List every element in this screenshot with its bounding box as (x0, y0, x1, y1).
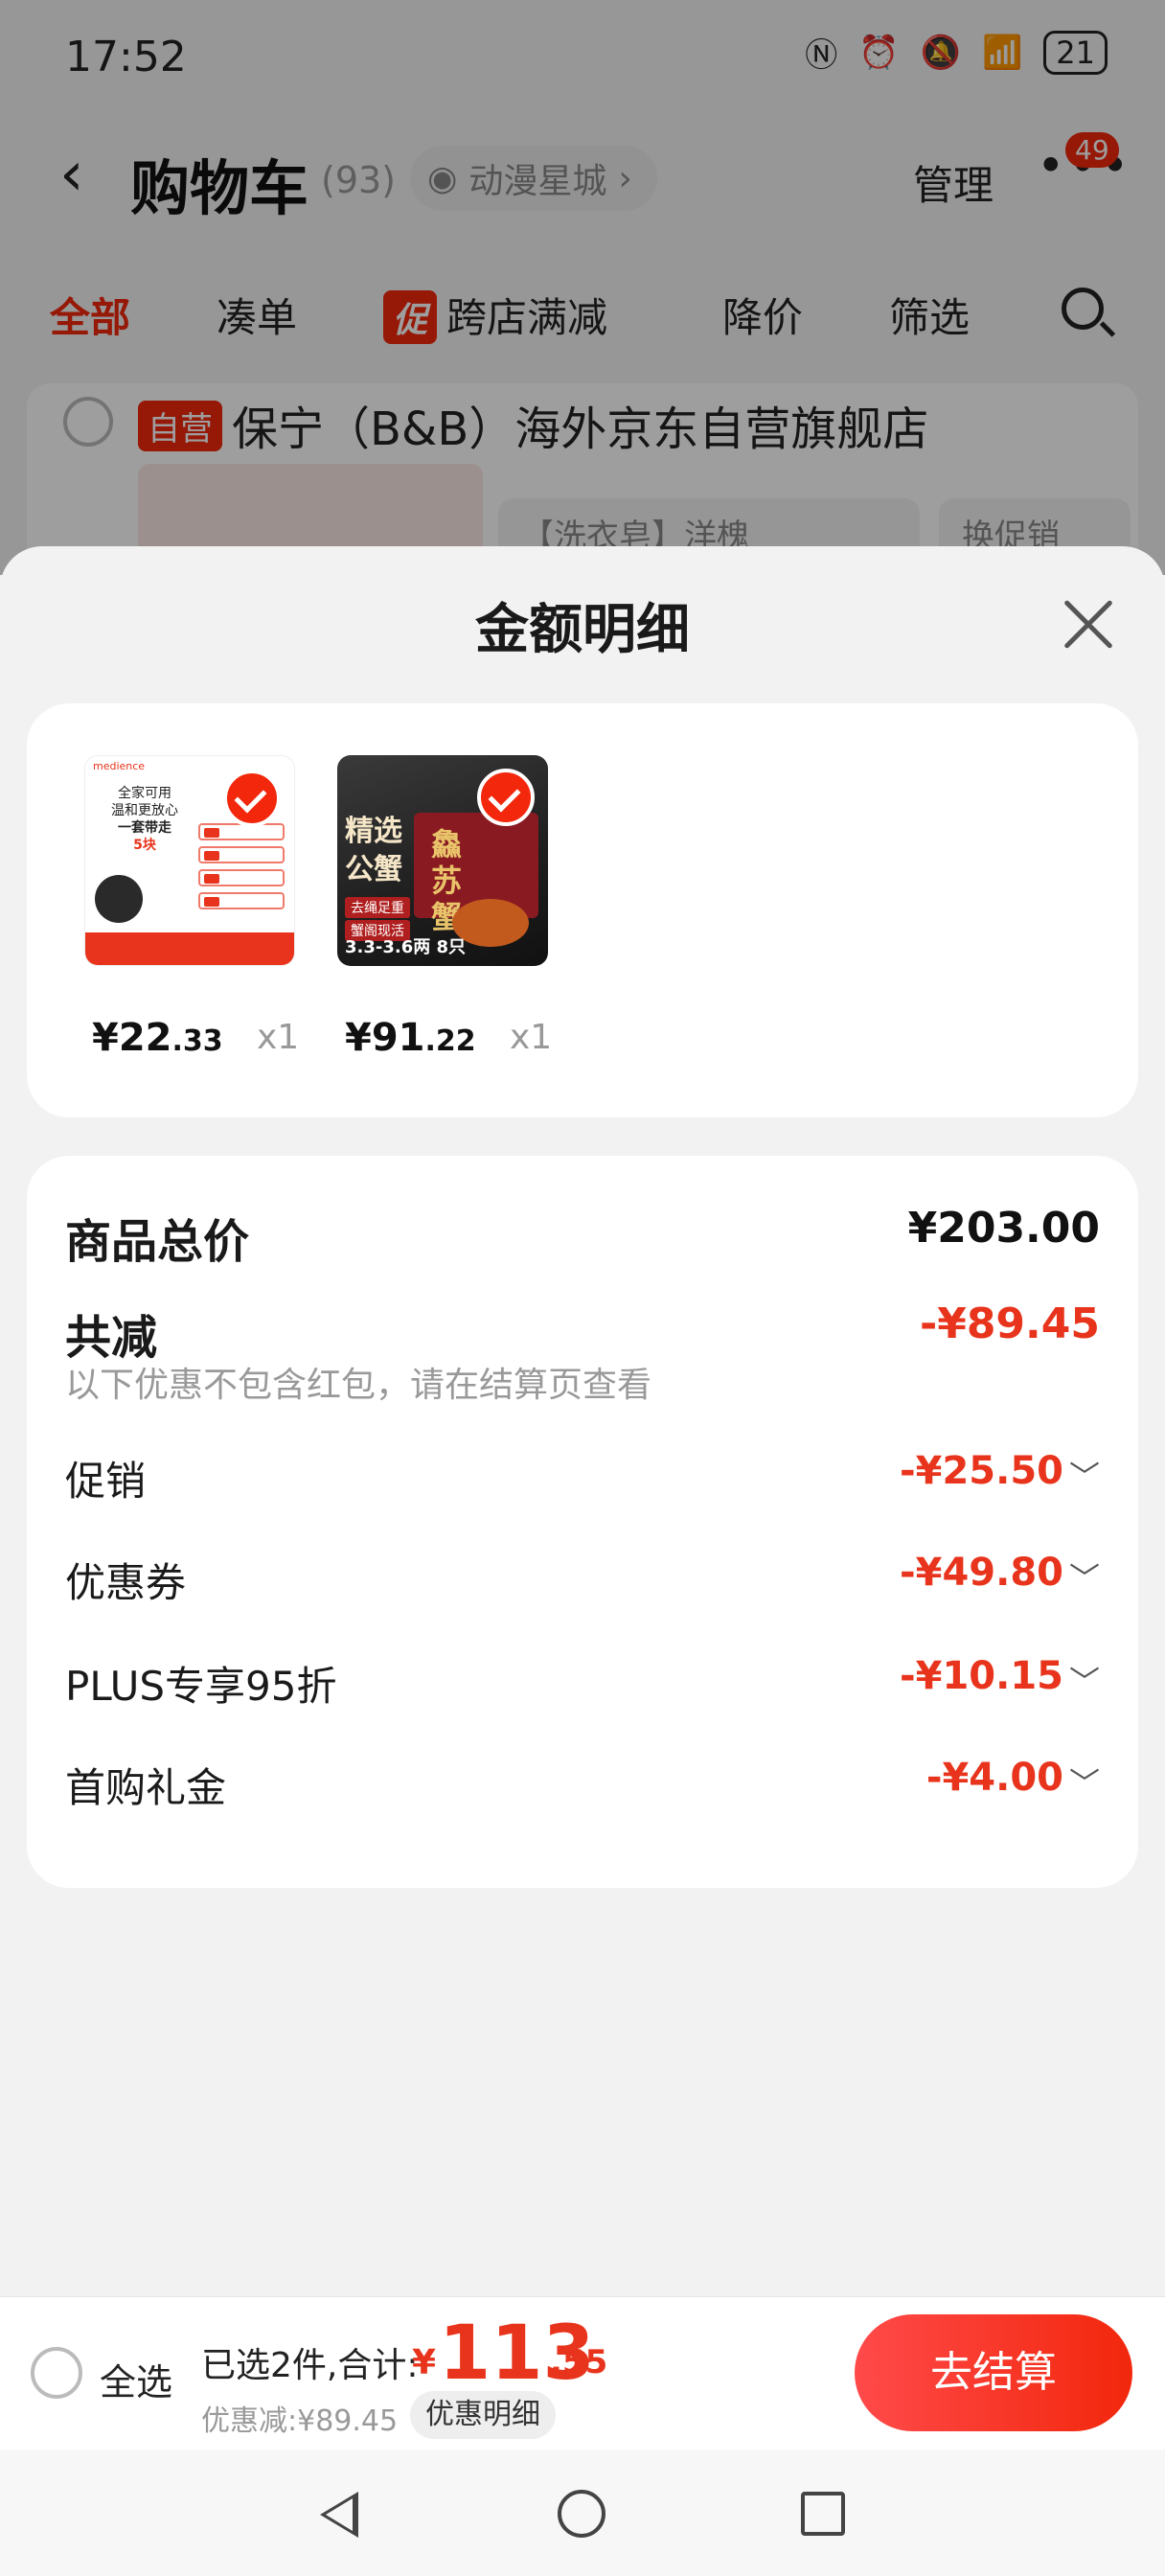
soap-bar (198, 892, 285, 909)
product-item[interactable]: 精选公蟹 鱻苏蟹 去绳足重 蟹阁现活 3.3-3.6两 8只 ¥91.22 x1 (337, 755, 567, 1060)
price-integer: ¥91 (345, 1016, 425, 1060)
sheet-title: 金额明细 (475, 599, 690, 661)
close-icon[interactable] (1062, 598, 1115, 652)
product-image-text: 全家可用 温和更放心 一套带走 5块 (95, 785, 194, 854)
total-value: ¥203.00 (907, 1204, 1100, 1253)
product-image-title: 精选公蟹 (345, 815, 402, 886)
price-integer: ¥22 (92, 1016, 172, 1060)
chevron-down-icon: ﹀ (1068, 1459, 1100, 1495)
image-line: 一套带走 (118, 820, 171, 836)
nav-home-icon[interactable] (558, 2490, 605, 2538)
product-image: 精选公蟹 鱻苏蟹 去绳足重 蟹阁现活 3.3-3.6两 8只 (337, 755, 548, 966)
total-row: 商品总价 ¥203.00 (65, 1204, 1100, 1271)
image-tag: 去绳足重 (345, 897, 410, 918)
discount-row-promo[interactable]: 促销 -¥25.50 ﹀ (65, 1449, 1100, 1516)
reduce-value: -¥89.45 (919, 1300, 1100, 1348)
chevron-down-icon: ﹀ (1068, 1765, 1100, 1802)
nav-back-icon[interactable] (320, 2492, 358, 2538)
product-banner (85, 932, 294, 965)
chevron-down-icon: ﹀ (1068, 1664, 1100, 1700)
product-price: ¥22.33 (92, 1016, 223, 1060)
product-price: ¥91.22 (345, 1016, 476, 1060)
discount-row-plus[interactable]: PLUS专享95折 -¥10.15 ﹀ (65, 1654, 1100, 1721)
discount-label: PLUS专享95折 (65, 1663, 337, 1710)
discount-label: 促销 (65, 1458, 147, 1505)
system-navigation-bar (0, 2450, 1165, 2576)
total-currency: ¥ (412, 2343, 437, 2382)
discount-value: -¥10.15 (900, 1654, 1063, 1698)
discount-value: -¥25.50 (900, 1449, 1063, 1493)
selected-check-icon (477, 769, 535, 826)
brand-text: medience (93, 760, 146, 772)
soap-stack-image (198, 823, 285, 929)
soap-bar (198, 869, 285, 886)
amount-detail-sheet: 金额明细 medience 全家可用 温和更放心 一套带走 5块 ¥22.33 … (0, 546, 1165, 2453)
image-line: 温和更放心 (111, 803, 178, 818)
products-card: medience 全家可用 温和更放心 一套带走 5块 ¥22.33 x1 精选… (27, 703, 1138, 1117)
discount-label: 优惠券 (65, 1559, 187, 1606)
total-label: 商品总价 (65, 1215, 250, 1269)
checkout-bar: 全选 已选2件,合计: ¥ 113 .55 优惠减:¥89.45 优惠明细 去结… (0, 2296, 1165, 2450)
image-line: 5块 (133, 838, 156, 853)
selected-check-icon (223, 770, 281, 827)
cart-page-background: 17:52 Ⓝ ⏰ 🔕 📶 21 ‹ 购物车 (93) ◉ 动漫星城 › 管理 … (0, 0, 1165, 575)
discount-row-coupon[interactable]: 优惠券 -¥49.80 ﹀ (65, 1551, 1100, 1618)
discount-note: 以下优惠不包含红包，请在结算页查看 (65, 1366, 652, 1405)
select-all-label[interactable]: 全选 (100, 2353, 172, 2405)
soap-bar (198, 823, 285, 840)
product-item[interactable]: medience 全家可用 温和更放心 一套带走 5块 ¥22.33 x1 (84, 755, 314, 1060)
soap-bar (198, 846, 285, 863)
discount-value: -¥4.00 (925, 1756, 1063, 1800)
discount-total: 优惠减:¥89.45 (201, 2404, 399, 2438)
product-image: medience 全家可用 温和更放心 一套带走 5块 (84, 755, 295, 966)
discount-detail-button[interactable]: 优惠明细 (410, 2391, 556, 2439)
price-decimal: .33 (171, 1024, 223, 1058)
total-amount-decimal: .55 (550, 2343, 608, 2381)
product-badge (95, 875, 143, 923)
image-line: 全家可用 (118, 786, 171, 801)
image-caption: 3.3-3.6两 8只 (345, 937, 467, 957)
discount-value: -¥49.80 (900, 1551, 1063, 1595)
checkout-button[interactable]: 去结算 (855, 2314, 1132, 2431)
summary-card: 商品总价 ¥203.00 共减 -¥89.45 以下优惠不包含红包，请在结算页查… (27, 1156, 1138, 1888)
discount-label: 首购礼金 (65, 1764, 227, 1811)
product-quantity: x1 (510, 1018, 553, 1057)
select-all-radio[interactable] (31, 2347, 82, 2399)
chevron-down-icon: ﹀ (1068, 1560, 1100, 1597)
price-decimal: .22 (424, 1024, 476, 1058)
discount-row-first-purchase[interactable]: 首购礼金 -¥4.00 ﹀ (65, 1756, 1100, 1823)
selected-count: 已选2件,合计: (201, 2346, 419, 2385)
overlay-dim[interactable] (0, 0, 1165, 575)
product-quantity: x1 (257, 1018, 300, 1057)
nav-recent-icon[interactable] (801, 2492, 845, 2536)
